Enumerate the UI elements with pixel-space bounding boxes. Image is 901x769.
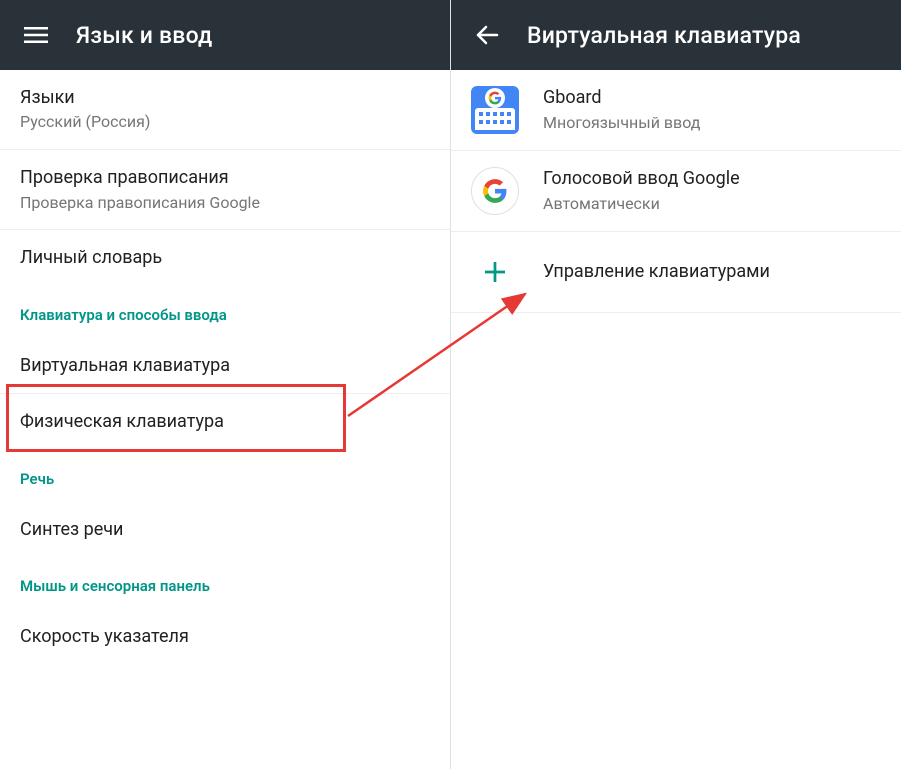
row-tts-title: Синтез речи <box>20 518 430 541</box>
row-virtual-keyboard-title: Виртуальная клавиатура <box>20 354 430 377</box>
row-voice[interactable]: Голосовой ввод Google Автоматически <box>451 151 901 232</box>
row-voice-subtitle: Автоматически <box>543 194 881 215</box>
row-spellcheck-title: Проверка правописания <box>20 166 430 189</box>
menu-button[interactable] <box>16 15 56 55</box>
google-logo-icon <box>471 167 519 215</box>
gboard-icon-slot <box>471 86 519 134</box>
row-languages[interactable]: Языки Русский (Россия) <box>0 70 450 150</box>
left-title: Язык и ввод <box>76 22 212 49</box>
right-pane: Виртуальная клавиатура Gboard Многоязычн… <box>451 0 901 769</box>
row-physical-keyboard[interactable]: Физическая клавиатура <box>0 394 450 449</box>
add-icon-slot <box>471 248 519 296</box>
row-gboard[interactable]: Gboard Многоязычный ввод <box>451 70 901 151</box>
left-appbar: Язык и ввод <box>0 0 450 70</box>
row-tts[interactable]: Синтез речи <box>0 502 450 557</box>
section-keyboard: Клавиатура и способы ввода <box>0 286 450 338</box>
plus-icon <box>471 248 519 296</box>
row-pointer-speed[interactable]: Скорость указателя <box>0 609 450 664</box>
google-g-icon <box>488 91 502 105</box>
google-voice-icon-slot <box>471 167 519 215</box>
right-list: Gboard Многоязычный ввод Голосовой ввод … <box>451 70 901 313</box>
row-pointer-speed-title: Скорость указателя <box>20 625 430 648</box>
right-title: Виртуальная клавиатура <box>527 22 801 49</box>
row-spellcheck[interactable]: Проверка правописания Проверка правописа… <box>0 150 450 230</box>
row-manage-keyboards[interactable]: Управление клавиатурами <box>451 232 901 313</box>
section-speech: Речь <box>0 450 450 502</box>
row-manage-title: Управление клавиатурами <box>543 260 881 283</box>
hamburger-icon <box>24 23 48 47</box>
row-gboard-title: Gboard <box>543 86 881 109</box>
row-personal-dict[interactable]: Личный словарь <box>0 230 450 285</box>
left-list: Языки Русский (Россия) Проверка правопис… <box>0 70 450 664</box>
row-languages-title: Языки <box>20 86 430 109</box>
left-pane: Язык и ввод Языки Русский (Россия) Прове… <box>0 0 451 769</box>
row-voice-title: Голосовой ввод Google <box>543 167 881 190</box>
gboard-icon <box>471 86 519 134</box>
back-arrow-icon <box>475 23 499 47</box>
row-spellcheck-subtitle: Проверка правописания Google <box>20 193 430 214</box>
right-appbar: Виртуальная клавиатура <box>451 0 901 70</box>
row-physical-keyboard-title: Физическая клавиатура <box>20 410 430 433</box>
row-gboard-subtitle: Многоязычный ввод <box>543 113 881 134</box>
row-personal-dict-title: Личный словарь <box>20 246 430 269</box>
section-mouse: Мышь и сенсорная панель <box>0 557 450 609</box>
row-languages-subtitle: Русский (Россия) <box>20 112 430 133</box>
row-virtual-keyboard[interactable]: Виртуальная клавиатура <box>0 338 450 394</box>
back-button[interactable] <box>467 15 507 55</box>
